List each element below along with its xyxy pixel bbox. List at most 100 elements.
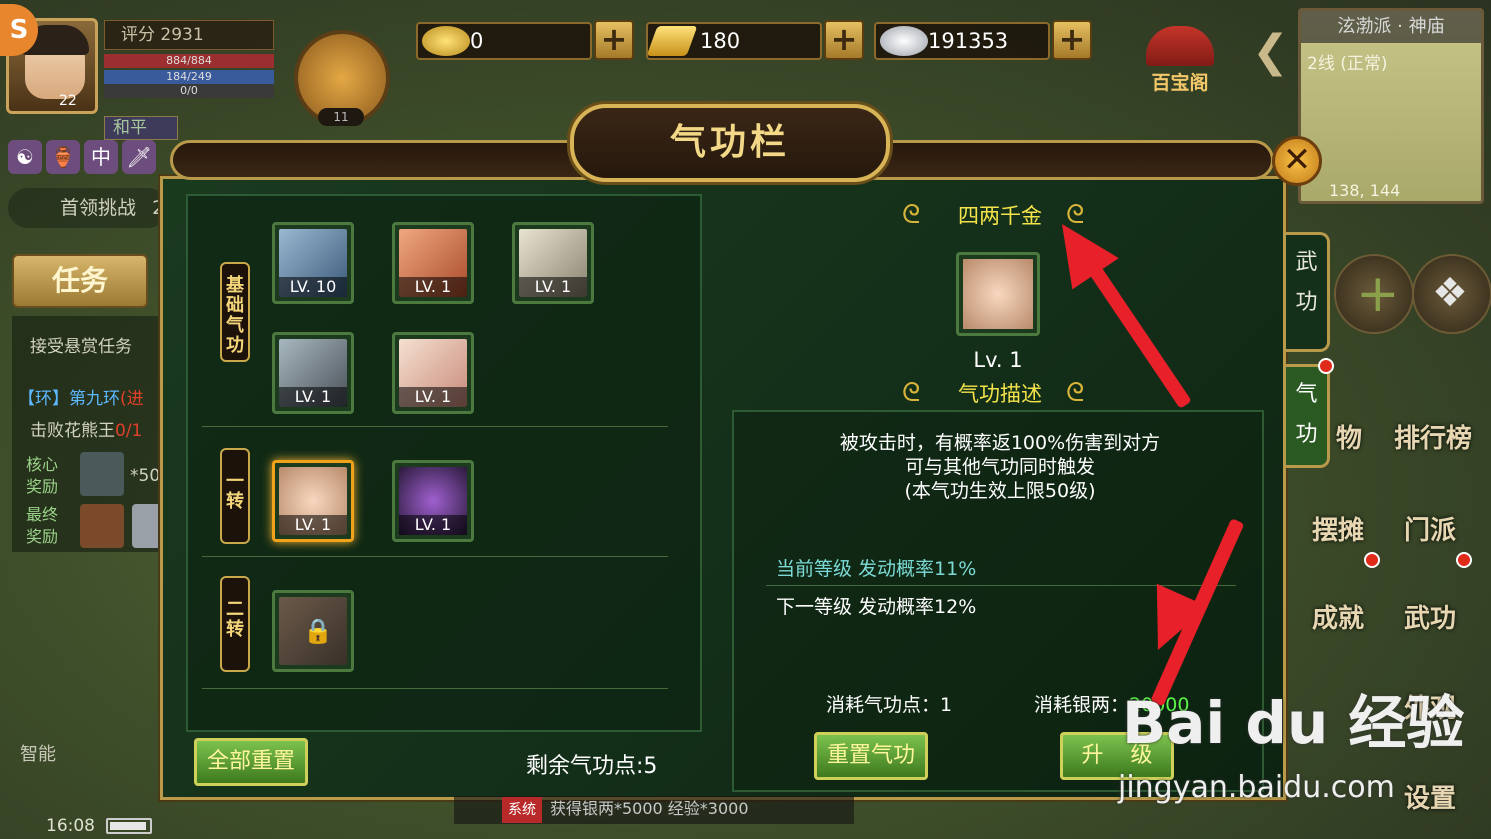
silver-display: 191353 <box>874 22 1050 60</box>
core-reward-item[interactable] <box>80 452 124 496</box>
yin-yang-icon[interactable]: ☯ <box>8 140 42 174</box>
system-message: 系统 获得银两*5000 经验*3000 <box>454 796 854 824</box>
achievement-button[interactable]: 成就 <box>1312 598 1364 635</box>
notification-dot <box>1364 552 1380 568</box>
skill-slot[interactable]: LV. 1 <box>392 460 474 542</box>
lock-icon: 🔒 <box>303 617 333 645</box>
tab-martial-arts[interactable]: 武 功 <box>1286 232 1330 352</box>
shop-label: 百宝阁 <box>1151 72 1209 94</box>
side-item-label[interactable]: 物 <box>1336 418 1362 455</box>
description-line: 可与其他气功同时触发 <box>904 456 1095 478</box>
mp-bar: 184/249 <box>104 70 274 84</box>
skill-level: LV. 1 <box>279 515 347 535</box>
chain-quest-target: 击败花熊王0/1 <box>30 416 142 441</box>
row-divider <box>202 688 668 689</box>
core-reward-count: *50 <box>130 466 161 486</box>
gold-bar-value: 180 <box>700 29 741 53</box>
hp-bar: 884/884 <box>104 54 274 68</box>
chain-target: 击败花熊王 <box>30 421 115 441</box>
clock: 16:08 <box>46 816 95 836</box>
quest-button[interactable]: 任务 <box>12 254 148 308</box>
gold-ingot-display: 0 <box>416 22 592 60</box>
add-silver-button[interactable]: + <box>1052 20 1092 60</box>
minimap[interactable]: 泫渤派 · 神庙 2线 (正常) 138, 144 <box>1298 8 1484 204</box>
skill-slot[interactable]: LV. 1 <box>392 222 474 304</box>
quick-icons: ☯ 🏺 中 🗡 <box>8 140 156 174</box>
skill-level: LV. 1 <box>519 277 587 297</box>
skill-slot-locked[interactable]: 🔒 <box>272 590 354 672</box>
settings-button[interactable]: 设置 <box>1404 778 1456 815</box>
quest-panel[interactable]: 接受悬赏任务 【环】第九环(进 击败花熊王0/1 核心 奖励 *50 最终 奖励 <box>12 316 168 552</box>
pk-mode-selector[interactable]: 和平 <box>104 116 178 140</box>
weapon-icon[interactable]: 🗡 <box>122 140 156 174</box>
system-text: 获得银两*5000 经验*3000 <box>550 799 749 818</box>
cost-points: 消耗气功点：1 <box>826 694 953 716</box>
selected-skill-icon <box>956 252 1040 336</box>
minimap-title: 泫渤派 · 神庙 <box>1301 11 1481 43</box>
player-level: 22 <box>59 93 77 109</box>
boss-challenge-button[interactable]: 首领挑战 2 <box>8 188 168 228</box>
skill-level: LV. 1 <box>399 277 467 297</box>
add-gold-bar-button[interactable]: + <box>824 20 864 60</box>
stall-button[interactable]: 摆摊 <box>1312 510 1364 547</box>
ranking-button[interactable]: 排行榜 <box>1394 418 1472 455</box>
dialog-title-plaque: 气功栏 <box>570 104 890 182</box>
swirl-ornament-icon: ᘓ <box>1066 378 1085 408</box>
chain-prefix: 【环】 <box>18 389 69 409</box>
close-button[interactable]: ✕ <box>1272 136 1322 186</box>
skill-slot[interactable]: LV. 1 <box>272 332 354 414</box>
server-line[interactable]: 2线 (正常) <box>1307 49 1387 74</box>
baidu-watermark-logo: Bai du 经验 <box>1122 689 1465 757</box>
shop-building-icon <box>1146 26 1214 66</box>
reset-all-button[interactable]: 全部重置 <box>194 738 308 786</box>
silver-ingot-icon <box>880 26 928 56</box>
level-divider <box>766 585 1236 586</box>
category-basic-tag: 基础气功 <box>220 262 250 362</box>
reset-skill-button[interactable]: 重置气功 <box>814 732 928 780</box>
boss-challenge-label: 首领挑战 <box>60 197 137 219</box>
chain-progress: 0/1 <box>115 421 143 441</box>
skill-slot[interactable]: LV. 10 <box>272 222 354 304</box>
current-level-rate: 当前等级 发动概率11% <box>776 558 977 580</box>
zhong-icon[interactable]: 中 <box>84 140 118 174</box>
diamond-menu-icon[interactable]: ❖ <box>1412 254 1491 334</box>
gold-bar-display: 180 <box>646 22 822 60</box>
xp-bar: 0/0 <box>104 84 274 98</box>
skill-level-display: Lv. 1 <box>973 348 1023 372</box>
chain-link: 第九环 <box>69 389 120 409</box>
skill-slot[interactable]: LV. 1 <box>512 222 594 304</box>
add-gold-ingot-button[interactable]: + <box>594 20 634 60</box>
skill-level: LV. 10 <box>279 277 347 297</box>
martial-arts-button[interactable]: 武功 <box>1404 598 1456 635</box>
treasure-shop-button[interactable]: 百宝阁 <box>1140 12 1220 94</box>
battery-fill <box>110 822 146 830</box>
description-line: 被攻击时，有概率返100%伤害到对方 <box>839 432 1161 454</box>
skill-level: LV. 1 <box>399 515 467 535</box>
category-second-rebirth-tag: 二转 <box>220 576 250 672</box>
skill-level: LV. 1 <box>399 387 467 407</box>
accept-bounty-quest[interactable]: 接受悬赏任务 <box>30 332 132 357</box>
row-divider <box>202 556 668 557</box>
chain-quest-title[interactable]: 【环】第九环(进 <box>18 384 144 409</box>
gold-ingot-value: 0 <box>470 29 484 53</box>
vase-icon[interactable]: 🏺 <box>46 140 80 174</box>
skill-slot[interactable]: LV. 1 <box>392 332 474 414</box>
collapse-arrow-icon[interactable]: ❮ <box>1252 26 1289 77</box>
silver-value: 191353 <box>928 29 1009 53</box>
auto-play-button[interactable]: 智能 <box>20 740 56 766</box>
next-level-rate: 下一等级 发动概率12% <box>776 596 977 618</box>
row-divider <box>202 426 668 427</box>
skill-slot-selected[interactable]: LV. 1 <box>272 460 354 542</box>
dialog-title: 气功栏 <box>669 122 790 163</box>
baidu-watermark-url: jingyan.baidu.com <box>1118 770 1395 805</box>
cost-silver-label: 消耗银两： <box>1034 694 1130 716</box>
description-line: (本气功生效上限50级) <box>904 480 1096 502</box>
final-reward-chest[interactable] <box>80 504 124 548</box>
battery-icon <box>106 818 152 834</box>
category-first-rebirth-tag: 一转 <box>220 448 250 544</box>
sect-button[interactable]: 门派 <box>1404 510 1456 547</box>
add-plus-icon[interactable]: + <box>1334 254 1414 334</box>
tab-qigong[interactable]: 气 功 <box>1286 364 1330 468</box>
core-reward-label: 核心 奖励 <box>26 455 59 496</box>
notification-dot <box>1318 358 1334 374</box>
